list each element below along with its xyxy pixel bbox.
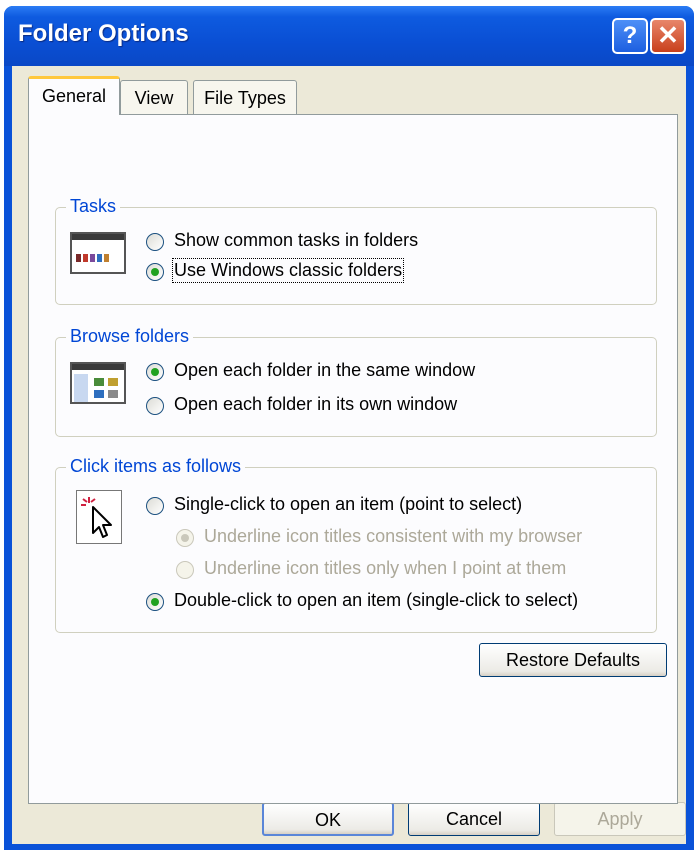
ok-button[interactable]: OK bbox=[262, 802, 394, 836]
underline-point-radio bbox=[176, 561, 194, 579]
dialog-client-area: General View File Types Tasks Show commo… bbox=[12, 66, 686, 844]
single-click-radio[interactable] bbox=[146, 497, 164, 515]
tasks-group-label: Tasks bbox=[66, 196, 121, 217]
click-items-group: Click items as follows Single-click to o… bbox=[55, 456, 657, 633]
underline-browser-label: Underline icon titles consistent with my… bbox=[204, 526, 583, 546]
tasks-group: Tasks Show common tasks in folders Use W… bbox=[55, 196, 657, 305]
tab-file-types[interactable]: File Types bbox=[193, 80, 297, 114]
tab-general[interactable]: General bbox=[28, 76, 120, 115]
browse-folders-group: Browse folders Open each folder in the s… bbox=[55, 326, 657, 437]
cursor-click-icon bbox=[76, 490, 122, 544]
tasks-window-icon bbox=[70, 232, 126, 274]
classic-folders-radio[interactable] bbox=[146, 263, 164, 281]
close-button[interactable]: ✕ bbox=[650, 18, 686, 54]
double-click-label: Double-click to open an item (single-cli… bbox=[174, 590, 579, 610]
single-click-label: Single-click to open an item (point to s… bbox=[174, 494, 523, 514]
cancel-button[interactable]: Cancel bbox=[408, 802, 540, 836]
help-button[interactable]: ? bbox=[612, 18, 648, 54]
click-items-group-label: Click items as follows bbox=[66, 456, 246, 477]
same-window-label: Open each folder in the same window bbox=[174, 360, 476, 380]
folder-options-window: Folder Options ? ✕ General View File Typ… bbox=[4, 6, 694, 850]
apply-button: Apply bbox=[554, 802, 686, 836]
same-window-radio[interactable] bbox=[146, 363, 164, 381]
underline-point-label: Underline icon titles only when I point … bbox=[204, 558, 567, 578]
tab-view[interactable]: View bbox=[120, 80, 188, 114]
window-title: Folder Options bbox=[18, 20, 189, 47]
show-common-tasks-label: Show common tasks in folders bbox=[174, 230, 419, 250]
underline-browser-radio bbox=[176, 529, 194, 547]
own-window-radio[interactable] bbox=[146, 397, 164, 415]
restore-defaults-button[interactable]: Restore Defaults bbox=[479, 643, 667, 677]
general-tab-panel: Tasks Show common tasks in folders Use W… bbox=[28, 114, 678, 804]
show-common-tasks-radio[interactable] bbox=[146, 233, 164, 251]
browse-folders-group-label: Browse folders bbox=[66, 326, 194, 347]
title-bar[interactable]: Folder Options ? ✕ bbox=[4, 6, 694, 66]
double-click-radio[interactable] bbox=[146, 593, 164, 611]
classic-folders-label: Use Windows classic folders bbox=[171, 258, 405, 283]
browse-window-icon bbox=[70, 362, 126, 404]
own-window-label: Open each folder in its own window bbox=[174, 394, 458, 414]
